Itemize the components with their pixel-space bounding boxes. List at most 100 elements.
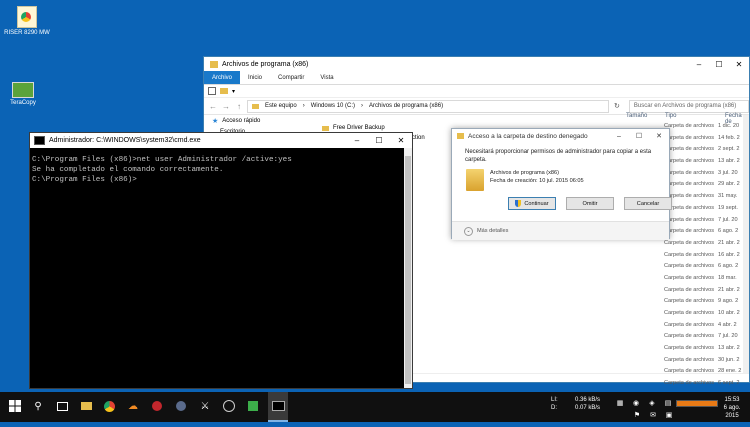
- table-row[interactable]: Carpeta de archivos 2 sept. 2: [664, 146, 750, 158]
- table-row[interactable]: Carpeta de archivos 14 feb. 2: [664, 135, 750, 147]
- close-button[interactable]: ✕: [390, 133, 412, 148]
- nav-label: Acceso rápido: [222, 117, 261, 124]
- table-row[interactable]: Carpeta de archivos 7 jul. 20: [664, 333, 750, 345]
- clock-date: 6 ago. 2015: [723, 405, 741, 419]
- tray-indicator-bar[interactable]: [676, 400, 718, 407]
- app-icon-globe[interactable]: [174, 399, 188, 413]
- clock[interactable]: 15:53 6 ago. 2015: [717, 396, 747, 420]
- table-row[interactable]: Carpeta de archivos 21 abr. 2: [664, 287, 750, 299]
- table-row[interactable]: Carpeta de archivos 21 abr. 2: [664, 240, 750, 252]
- table-row[interactable]: Carpeta de archivos 7 jul. 20: [664, 217, 750, 229]
- folder-icon: [210, 60, 218, 68]
- row-date: 18 mar.: [718, 274, 737, 281]
- address-bar[interactable]: Este equipo › Windows 10 (C:) › Archivos…: [247, 99, 609, 113]
- forward-icon[interactable]: →: [221, 102, 231, 111]
- skip-button[interactable]: Omitir: [566, 197, 614, 210]
- chrome-icon[interactable]: [102, 399, 116, 413]
- row-date: 19 sept.: [718, 204, 738, 211]
- table-row[interactable]: Carpeta de archivos13 abr. 2: [664, 345, 750, 357]
- back-icon[interactable]: ←: [208, 102, 218, 111]
- table-row[interactable]: Carpeta de archivos 29 abr. 2: [664, 181, 750, 193]
- app-icon-warframe[interactable]: ⚔: [198, 399, 212, 413]
- close-button[interactable]: ✕: [729, 57, 749, 71]
- clock-time: 15:53: [724, 397, 740, 403]
- row-date: 3 jul. 20: [718, 169, 738, 176]
- search-icon[interactable]: ⚲: [31, 399, 45, 413]
- breadcrumb-windows[interactable]: Windows 10 (C:): [311, 103, 355, 109]
- table-row[interactable]: Carpeta de archivos 3 jul. 20: [664, 170, 750, 182]
- cmd-window[interactable]: Administrador: C:\WINDOWS\system32\cmd.e…: [29, 132, 413, 389]
- table-row[interactable]: Carpeta de archivos 4 abr. 2: [664, 322, 750, 334]
- minimize-button[interactable]: –: [609, 129, 629, 143]
- table-row[interactable]: Carpeta de archivos 10 abr. 2: [664, 310, 750, 322]
- cloud-icon[interactable]: ☁: [126, 399, 140, 413]
- table-row[interactable]: Carpeta de archivos 16 abr. 2: [664, 252, 750, 264]
- cancel-button[interactable]: Cancelar: [624, 197, 672, 210]
- tab-vista[interactable]: Vista: [312, 71, 341, 84]
- more-details-toggle[interactable]: ⌄ Más detalles: [452, 221, 669, 240]
- row-type: Carpeta de archivos: [664, 146, 715, 153]
- dialog-title: Acceso a la carpeta de destino denegado: [468, 132, 588, 140]
- column-size[interactable]: Tamaño: [626, 113, 647, 119]
- tab-compartir[interactable]: Compartir: [270, 71, 312, 84]
- dropdown-icon[interactable]: ▾: [232, 88, 235, 95]
- button-label: Continuar: [524, 200, 549, 207]
- row-type: Carpeta de archivos: [664, 134, 715, 141]
- table-row[interactable]: Carpeta de archivos 30 jun. 2: [664, 357, 750, 369]
- continue-button[interactable]: Continuar: [508, 197, 556, 210]
- app-icon-red[interactable]: [150, 399, 164, 413]
- file-explorer-icon[interactable]: [79, 399, 93, 413]
- desktop-icon-teracopy[interactable]: TeraCopy: [0, 78, 46, 107]
- explorer-titlebar[interactable]: Archivos de programa (x86): [204, 57, 749, 71]
- row-type: Carpeta de archivos: [664, 321, 715, 328]
- task-view-icon[interactable]: [55, 399, 69, 413]
- console-output[interactable]: C:\Program Files (x86)>net user Administ…: [31, 149, 404, 388]
- table-row[interactable]: Carpeta de archivos13 abr. 2: [664, 158, 750, 170]
- app-icon-green[interactable]: [246, 399, 260, 413]
- folder-icon[interactable]: [220, 88, 228, 94]
- scrollbar-thumb[interactable]: [405, 156, 411, 384]
- breadcrumb-programa[interactable]: Archivos de programa (x86): [369, 103, 443, 109]
- tab-inicio[interactable]: Inicio: [240, 71, 270, 84]
- nav-item-quick-access[interactable]: ★ Acceso rápido: [212, 115, 260, 126]
- desktop-icon-riser[interactable]: RISER 8290 MW: [4, 6, 50, 37]
- breadcrumb-este-equipo[interactable]: Este equipo: [265, 103, 297, 109]
- column-type[interactable]: Tipo: [665, 113, 676, 119]
- row-date: 2 sept. 2: [718, 146, 740, 153]
- table-row[interactable]: Carpeta de archivos 1 dic. 20: [664, 123, 750, 135]
- vertical-scrollbar[interactable]: [404, 148, 412, 388]
- tray-icon-5[interactable]: ✉: [646, 408, 660, 422]
- tray-icon-6[interactable]: ▣: [662, 408, 676, 422]
- maximize-button[interactable]: ☐: [368, 133, 390, 148]
- start-button[interactable]: [8, 399, 22, 413]
- table-row[interactable]: Carpeta de archivos 18 mar.: [664, 275, 750, 287]
- maximize-button[interactable]: ☐: [629, 129, 649, 143]
- dialog-file-info: Archivos de programa (x86) Fecha de crea…: [466, 169, 584, 191]
- table-row[interactable]: Carpeta de archivos6 ago. 2: [664, 263, 750, 275]
- minimize-button[interactable]: –: [689, 57, 709, 71]
- vertical-scrollbar[interactable]: [743, 115, 749, 374]
- row-date: 29 abr. 2: [718, 181, 740, 188]
- cmd-taskbar-button[interactable]: [268, 392, 288, 422]
- checkbox-icon[interactable]: [208, 87, 216, 95]
- access-denied-dialog[interactable]: Acceso a la carpeta de destino denegado …: [451, 128, 672, 240]
- tab-archivo[interactable]: Archivo: [204, 71, 241, 84]
- row-type: Carpeta de archivos: [664, 239, 715, 246]
- desktop-icon-label: RISER 8290 MW: [4, 30, 50, 36]
- file-name: Archivos de programa (x86): [490, 170, 560, 176]
- refresh-icon[interactable]: ↻: [614, 102, 620, 110]
- maximize-button[interactable]: ☐: [709, 57, 729, 71]
- tray-icon-4[interactable]: ⚑: [630, 408, 644, 422]
- table-row[interactable]: Carpeta de archivos 31 may.: [664, 193, 750, 205]
- table-row[interactable]: Carpeta de archivos 9 ago. 2: [664, 298, 750, 310]
- search-input[interactable]: Buscar en Archivos de programa (x86): [628, 99, 749, 113]
- tray-icon-1[interactable]: ▦: [613, 396, 627, 410]
- chevron-right-icon: ›: [302, 103, 305, 109]
- language-indicator[interactable]: LI: D:: [551, 396, 558, 412]
- table-row[interactable]: Carpeta de archivos 19 sept.: [664, 205, 750, 217]
- close-button[interactable]: ✕: [649, 129, 669, 143]
- up-icon[interactable]: ↑: [234, 102, 244, 111]
- app-icon-orbit[interactable]: [222, 399, 236, 413]
- table-row[interactable]: Carpeta de archivos6 ago. 2: [664, 228, 750, 240]
- minimize-button[interactable]: –: [346, 133, 368, 148]
